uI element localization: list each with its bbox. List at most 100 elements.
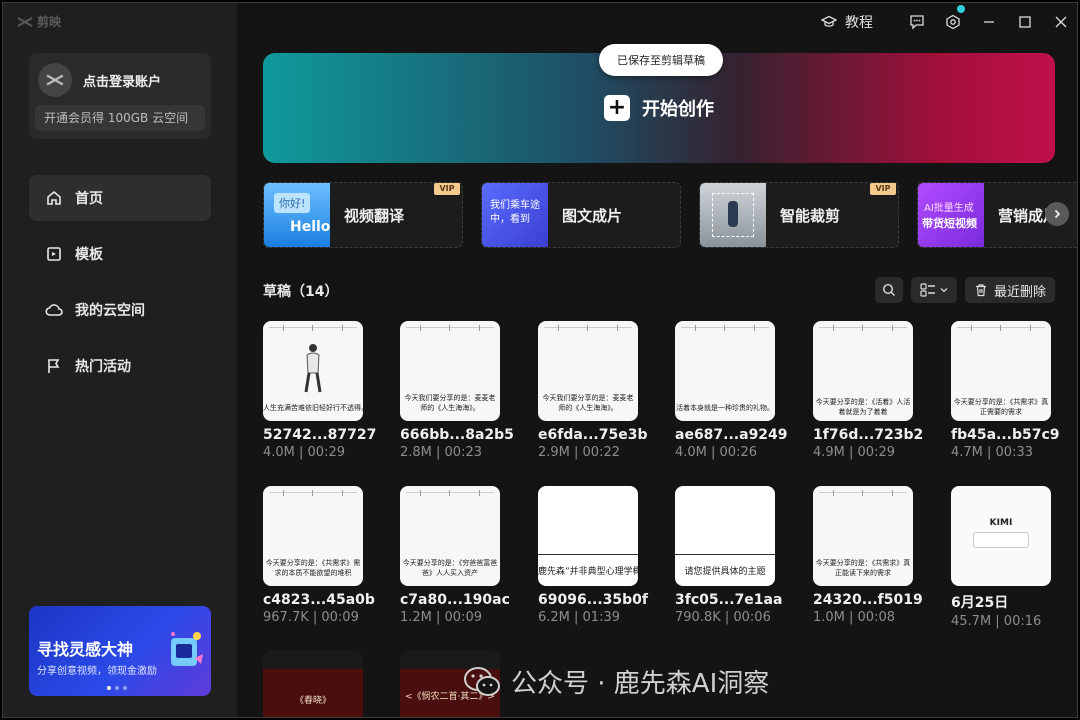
tutorial-label: 教程	[845, 15, 873, 31]
thumb-text-ecommerce: 带货短视频	[922, 217, 977, 230]
chevron-right-icon	[1054, 209, 1061, 219]
sidebar-nav: 首页 模板 我的云空间 热门活动	[29, 175, 211, 399]
person-illustration-icon	[304, 344, 322, 393]
draft-thumbnail: 今天要分享的是：《共需求》真正能读下来的需求	[813, 486, 913, 586]
draft-name: 52742...87727	[263, 427, 377, 443]
feature-shortcuts: 你好! Hello 视频翻译 VIP 我们乘车途中，看到 图文成片 智能裁剪 V…	[263, 182, 1077, 248]
draft-meta: 6.2M | 01:39	[538, 610, 620, 625]
draft-card[interactable]: 活着本身就是一种珍贵的礼物。 ae687...a9249 4.0M | 00:2…	[675, 321, 788, 460]
draft-card[interactable]: 今天要分享的是：《穷爸爸富爸爸》人人买入资产 c7a80...190ac 1.2…	[400, 486, 510, 625]
draft-caption: 今天我们要分享的是：麦麦老师的《人生海海》。	[404, 394, 496, 412]
draft-caption: 《春晓》	[294, 696, 331, 706]
watermark: 公众号 · 鹿先森AI洞察	[463, 663, 769, 700]
draft-caption: 今天我们要分享的是：麦麦老师的《人生海海》。	[542, 394, 634, 412]
draft-name: 24320...f5019	[813, 592, 923, 608]
chevron-down-icon	[940, 288, 948, 293]
draft-card[interactable]: KIMI 6月25日 45.7M | 00:16	[951, 486, 1051, 629]
promo-banner[interactable]: 寻找灵感大神 分享创意视频，领现金激励	[29, 606, 211, 696]
features-next-button[interactable]	[1045, 202, 1069, 226]
view-mode-button[interactable]	[911, 277, 957, 303]
marketing-thumbnail: AI批量生成 带货短视频	[918, 183, 984, 247]
feedback-icon	[910, 15, 924, 30]
draft-thumbnail: 今天要分享的是：《共需求》需求的本质不能欲望的堆积	[263, 486, 363, 586]
thumb-header	[263, 651, 363, 669]
draft-card[interactable]: 今天要分享的是：《活着》人活着就是为了着着 1f76d...723b2 4.9M…	[813, 321, 923, 460]
draft-card[interactable]: 今天要分享的是：《共需求》需求的本质不能欲望的堆积 c4823...45a0b …	[263, 486, 375, 625]
draft-meta: 4.9M | 00:29	[813, 445, 895, 460]
skater-figure	[728, 201, 738, 227]
search-drafts-button[interactable]	[875, 277, 903, 303]
capcut-logo-icon	[17, 16, 33, 27]
feature-video-translate[interactable]: 你好! Hello 视频翻译 VIP	[263, 182, 463, 248]
template-icon	[45, 245, 63, 263]
notification-dot	[957, 5, 965, 13]
watermark-text: 公众号 · 鹿先森AI洞察	[511, 669, 770, 699]
feature-label: 智能裁剪	[780, 206, 841, 225]
draft-meta: 2.9M | 00:22	[538, 445, 620, 460]
draft-card[interactable]: 《春晓》	[263, 651, 363, 717]
app-window: 剪映 点击登录账户 开通会员得 100GB 云空间 首页 模板 我的云空间 热门…	[2, 2, 1078, 718]
promo-subtitle: 分享创意视频，领现金激励	[37, 666, 157, 677]
draft-meta: 1.2M | 00:09	[400, 610, 482, 625]
draft-thumbnail: 鹿先森”并非典型心理学概	[538, 486, 638, 586]
maximize-icon	[1019, 16, 1031, 28]
graduation-cap-icon	[821, 15, 837, 27]
wechat-icon	[464, 666, 500, 696]
thumb-text-ai-batch: AI批量生成	[924, 203, 974, 214]
feature-smart-crop[interactable]: 智能裁剪 VIP	[699, 182, 899, 248]
draft-caption: 鹿先森”并非典型心理学概	[538, 567, 638, 577]
draft-card[interactable]: 人生充满苦难依旧轻好行不透得。 52742...87727 4.0M | 00:…	[263, 321, 377, 460]
feature-text-to-video[interactable]: 我们乘车途中，看到 图文成片	[481, 182, 681, 248]
tutorial-button[interactable]: 教程	[821, 12, 873, 32]
video-translate-thumbnail: 你好! Hello	[264, 183, 330, 247]
close-button[interactable]	[1043, 3, 1077, 41]
draft-card[interactable]: 今天要分享的是：《共需求》真正能读下来的需求 24320...f5019 1.0…	[813, 486, 923, 625]
grid-view-icon	[920, 283, 935, 297]
draft-name: 69096...35b0f	[538, 592, 648, 608]
draft-name: e6fda...75e3b	[538, 427, 648, 443]
draft-card[interactable]: 今天我们要分享的是：麦麦老师的《人生海海》。 e6fda...75e3b 2.9…	[538, 321, 648, 460]
recently-deleted-label: 最近删除	[993, 284, 1046, 300]
recently-deleted-button[interactable]: 最近删除	[965, 277, 1055, 303]
draft-card[interactable]: 今天要分享的是：《共需求》真正需要的需求 fb45a...b57c9 4.7M …	[951, 321, 1060, 460]
feature-label: 视频翻译	[344, 206, 405, 225]
draft-name: c4823...45a0b	[263, 592, 375, 608]
draft-caption: 今天要分享的是：《共需求》需求的本质不能欲望的堆积	[265, 559, 361, 577]
draft-thumbnail: 今天我们要分享的是：麦麦老师的《人生海海》。	[400, 321, 500, 421]
thumb-divider	[675, 554, 775, 555]
draft-thumbnail: KIMI	[951, 486, 1051, 586]
saved-toast: 已保存至剪辑草稿	[599, 44, 723, 76]
draft-meta: 790.8K | 00:06	[675, 610, 771, 625]
app-logo-text: 剪映	[37, 15, 62, 29]
avatar[interactable]	[38, 63, 72, 97]
gift-illustration-icon	[171, 632, 203, 666]
sidebar-item-cloud[interactable]: 我的云空间	[29, 287, 211, 333]
thumb-input-box	[973, 532, 1029, 548]
draft-meta: 967.7K | 00:09	[263, 610, 359, 625]
drafts-title: 草稿（14）	[263, 284, 339, 300]
draft-name: 6月25日	[951, 595, 1009, 611]
promo-pagination[interactable]	[107, 686, 127, 690]
member-promo-button[interactable]: 开通会员得 100GB 云空间	[35, 105, 205, 131]
sidebar-item-events[interactable]: 热门活动	[29, 343, 211, 389]
account-card[interactable]: 点击登录账户 开通会员得 100GB 云空间	[29, 53, 211, 139]
minimize-icon	[984, 21, 994, 23]
draft-meta: 4.0M | 00:29	[263, 445, 345, 460]
login-link[interactable]: 点击登录账户	[83, 71, 161, 90]
draft-thumbnail: 今天要分享的是：《共需求》真正需要的需求	[951, 321, 1051, 421]
sidebar-item-templates[interactable]: 模板	[29, 231, 211, 277]
drafts-header: 草稿（14） 最近删除	[263, 277, 1055, 305]
draft-card[interactable]: 今天我们要分享的是：麦麦老师的《人生海海》。 666bb...8a2b5 2.8…	[400, 321, 514, 460]
draft-meta: 45.7M | 00:16	[951, 614, 1042, 629]
draft-card[interactable]: 鹿先森”并非典型心理学概 69096...35b0f 6.2M | 01:39	[538, 486, 648, 625]
maximize-button[interactable]	[1007, 3, 1043, 41]
feedback-button[interactable]	[899, 3, 935, 41]
sidebar-item-home[interactable]: 首页	[29, 175, 211, 221]
settings-button[interactable]	[935, 3, 971, 41]
vip-badge: VIP	[434, 183, 460, 195]
thumb-text-hello-en: Hello	[290, 219, 330, 235]
draft-card[interactable]: 请您提供具体的主题 3fc05...7e1aa 790.8K | 00:06	[675, 486, 782, 625]
minimize-button[interactable]	[971, 3, 1007, 41]
draft-caption: 活着本身就是一种珍贵的礼物。	[676, 404, 774, 412]
sidebar-item-label: 我的云空间	[75, 303, 145, 319]
